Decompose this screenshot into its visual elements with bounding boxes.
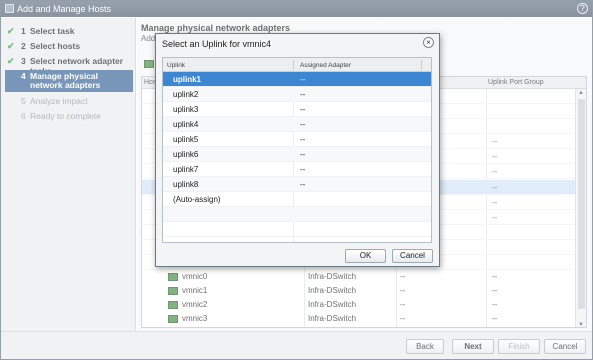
uplink-row-auto-assign[interactable]: (Auto-assign) [163, 192, 431, 207]
uplink-row[interactable]: uplink3 -- [163, 102, 431, 117]
uplink-table-header: Uplink Assigned Adapter [163, 58, 431, 72]
empty-row [163, 222, 431, 237]
uplink-row[interactable]: uplink6 -- [163, 147, 431, 162]
dialog-title: Select an Uplink for vmnic4 [162, 39, 272, 49]
col-assigned-adapter[interactable]: Assigned Adapter [300, 62, 351, 69]
uplink-row[interactable]: uplink2 -- [163, 87, 431, 102]
select-uplink-dialog: Select an Uplink for vmnic4 × Uplink Ass… [155, 33, 440, 267]
dialog-cancel-button[interactable]: Cancel [392, 249, 433, 263]
uplink-row[interactable]: uplink7 -- [163, 162, 431, 177]
uplink-row[interactable]: uplink1 -- [163, 72, 431, 87]
empty-row [163, 207, 431, 222]
close-icon[interactable]: × [423, 37, 434, 48]
uplink-row[interactable]: uplink5 -- [163, 132, 431, 147]
uplink-row[interactable]: uplink8 -- [163, 177, 431, 192]
uplink-row[interactable]: uplink4 -- [163, 117, 431, 132]
col-uplink[interactable]: Uplink [167, 62, 185, 69]
uplink-table: Uplink Assigned Adapter uplink1 -- uplin… [162, 57, 432, 243]
col-divider [293, 60, 294, 70]
col-divider [421, 60, 422, 70]
ok-button[interactable]: OK [345, 249, 386, 263]
